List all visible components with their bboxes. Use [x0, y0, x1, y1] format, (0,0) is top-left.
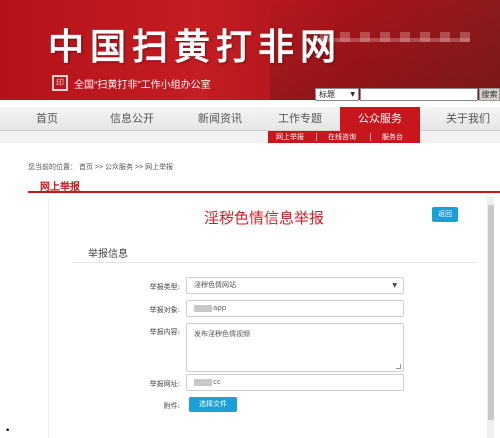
report-type-value: 淫秽色情网站 — [194, 281, 236, 289]
search-type-select[interactable]: 标题 ▼ — [315, 88, 359, 101]
report-type-select[interactable]: 淫秽色情网站 ▼ — [186, 277, 404, 294]
report-content-textarea[interactable]: 发布淫秽色情视频 — [186, 323, 404, 372]
report-title: 淫秽色情信息举报 — [203, 209, 324, 227]
great-wall-graphic — [320, 32, 470, 80]
report-url-label: 举报网址: — [149, 380, 180, 388]
report-target-value: app — [213, 304, 227, 312]
redacted-text — [194, 378, 212, 386]
divider — [72, 262, 478, 263]
sub-nav — [0, 131, 500, 143]
report-target-label: 举报对象: — [149, 306, 180, 314]
scrollbar-thumb[interactable] — [488, 205, 494, 420]
nav-item-info[interactable]: 信息公开 — [100, 107, 164, 131]
nav-item-about[interactable]: 关于我们 — [436, 107, 500, 131]
search-type-value: 标题 — [319, 90, 335, 99]
choose-file-button[interactable]: 选择文件 — [189, 397, 237, 412]
resize-handle-icon[interactable] — [396, 364, 401, 369]
report-info-label: 举报信息 — [88, 249, 128, 260]
nav-item-public-service[interactable]: 公众服务 — [340, 107, 420, 131]
nav-item-home[interactable]: 首页 — [22, 107, 72, 131]
subnav-item-service[interactable]: 服务台 — [382, 131, 403, 143]
section-header — [28, 175, 500, 193]
attachment-label: 附件: — [163, 402, 180, 410]
report-content-value: 发布淫秽色情视频 — [194, 330, 250, 338]
seal-icon: 印 — [52, 75, 68, 91]
site-subtitle: 全国“扫黄打非”工作小组办公室 — [74, 80, 211, 91]
chevron-down-icon: ▼ — [392, 282, 397, 289]
report-content-label: 举报内容: — [149, 328, 180, 336]
chevron-down-icon: ▼ — [350, 91, 355, 98]
report-target-input[interactable]: app — [186, 300, 404, 317]
search-input[interactable] — [360, 88, 478, 101]
nav-item-news[interactable]: 新闻资讯 — [188, 107, 252, 131]
bullet-marker: • — [5, 426, 11, 436]
redacted-text — [194, 304, 212, 312]
report-type-label: 举报类型: — [149, 283, 180, 291]
subnav-divider — [370, 133, 371, 141]
report-panel — [48, 197, 488, 438]
report-url-value: cc — [213, 378, 221, 386]
site-title: 中国扫黄打非网 — [48, 26, 343, 68]
subnav-divider — [316, 133, 317, 141]
breadcrumb: 您当前的位置： 首页 >> 公众服务 >> 网上举报 — [28, 164, 174, 171]
report-url-input[interactable]: cc — [186, 374, 404, 391]
nav-item-topics[interactable]: 工作专题 — [268, 107, 332, 131]
main-nav: 首页 信息公开 新闻资讯 工作专题 公众服务 关于我们 — [0, 107, 500, 131]
subnav-item-consult[interactable]: 在线咨询 — [328, 131, 356, 143]
search-button[interactable]: 搜索 — [479, 88, 500, 101]
subnav-item-report[interactable]: 网上举报 — [276, 131, 304, 143]
back-button[interactable]: 返回 — [432, 207, 458, 222]
section-title: 网上举报 — [40, 182, 80, 193]
